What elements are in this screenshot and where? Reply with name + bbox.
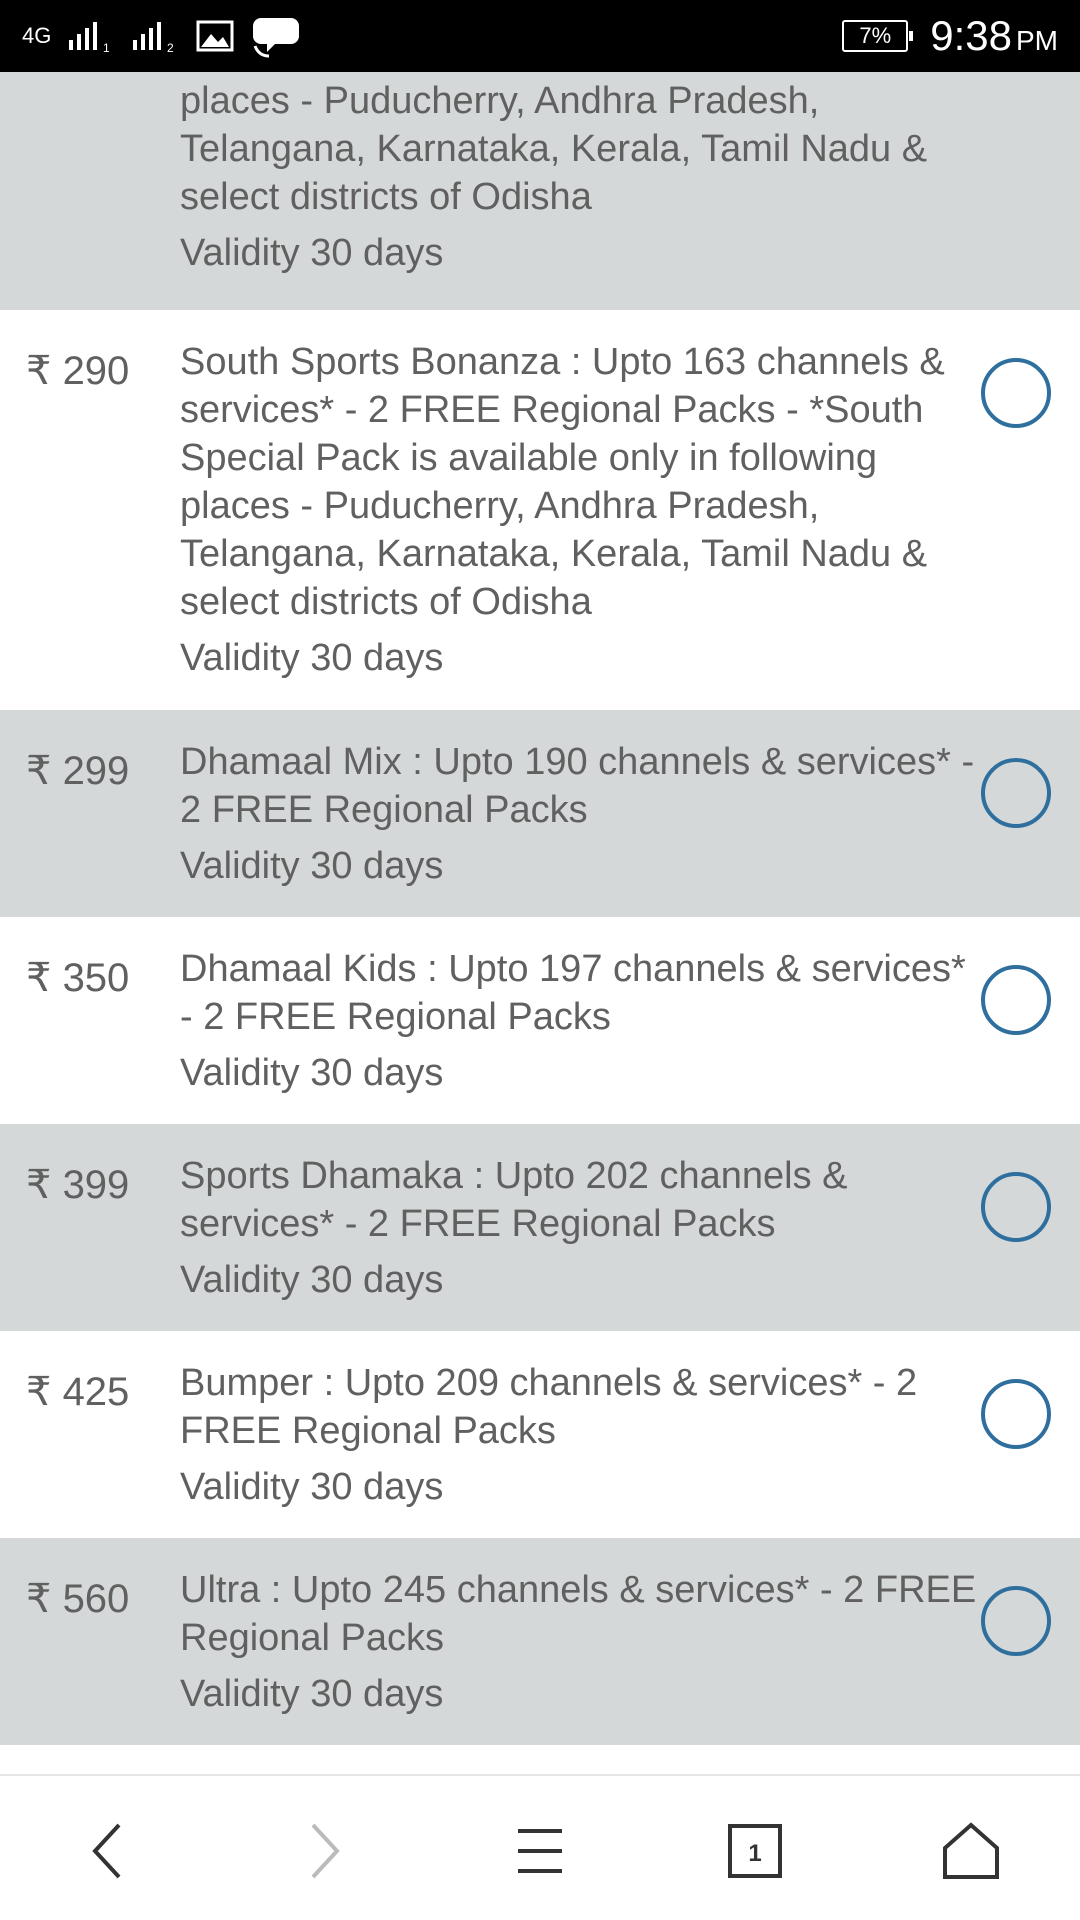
status-right-icons: 7% 9:38 PM	[842, 0, 1058, 72]
plan-description: Dhamaal Kids : Upto 197 channels & servi…	[180, 948, 966, 1038]
plan-price: ₹ 425	[26, 1370, 130, 1414]
plan-description: Bumper : Upto 209 channels & services* -…	[180, 1362, 918, 1452]
home-icon	[943, 1822, 999, 1879]
back-button[interactable]	[62, 1806, 152, 1896]
signal-sim1-icon: 1	[69, 22, 110, 54]
plan-description-block: Sports Dhamaka : Upto 202 channels & ser…	[180, 1152, 980, 1304]
clock: 9:38 PM	[930, 12, 1058, 60]
plan-row[interactable]: ₹ 425 Bumper : Upto 209 channels & servi…	[0, 1331, 1080, 1538]
svg-text:2: 2	[167, 41, 174, 54]
plan-validity: Validity 30 days	[180, 1052, 444, 1094]
plan-price: ₹ 290	[26, 349, 130, 393]
menu-button[interactable]	[495, 1806, 585, 1896]
tabs-button[interactable]: 1	[710, 1806, 800, 1896]
battery-icon: 7%	[842, 20, 914, 52]
plan-validity: Validity 30 days	[180, 845, 444, 887]
plan-list[interactable]: places - Puducherry, Andhra Pradesh, Tel…	[0, 72, 1080, 1774]
plan-validity: Validity 30 days	[180, 1673, 444, 1715]
plan-radio-button[interactable]	[981, 1379, 1051, 1449]
chat-icon	[253, 18, 300, 58]
home-button[interactable]	[926, 1806, 1016, 1896]
plan-row[interactable]: places - Puducherry, Andhra Pradesh, Tel…	[0, 72, 1080, 310]
plan-validity: Validity 30 days	[180, 1466, 444, 1508]
plan-radio-button[interactable]	[981, 758, 1051, 828]
plan-validity: Validity 30 days	[180, 637, 444, 679]
plan-row[interactable]: ₹ 299 Dhamaal Mix : Upto 190 channels & …	[0, 710, 1080, 917]
plan-description: Ultra : Upto 245 channels & services* - …	[180, 1569, 977, 1659]
forward-button[interactable]	[280, 1806, 370, 1896]
plan-validity: Validity 30 days	[180, 1259, 444, 1301]
forward-icon	[311, 1823, 340, 1879]
plan-description: Dhamaal Mix : Upto 190 channels & servic…	[180, 741, 975, 831]
plan-price: ₹ 350	[26, 956, 130, 1000]
plan-row[interactable]: ₹ 399 Sports Dhamaka : Upto 202 channels…	[0, 1124, 1080, 1331]
plan-radio-button[interactable]	[981, 1586, 1051, 1656]
plan-description: places - Puducherry, Andhra Pradesh, Tel…	[180, 80, 928, 218]
plan-radio-button[interactable]	[981, 1172, 1051, 1242]
clock-ampm: PM	[1016, 25, 1058, 56]
plan-price: ₹ 560	[26, 1577, 130, 1621]
plan-validity: Validity 30 days	[180, 232, 444, 274]
plan-row[interactable]: ₹ 560 Ultra : Upto 245 channels & servic…	[0, 1538, 1080, 1745]
battery-level: 7%	[859, 23, 892, 48]
plan-description-block: places - Puducherry, Andhra Pradesh, Tel…	[180, 77, 980, 277]
plan-row[interactable]: ₹ 350 Dhamaal Kids : Upto 197 channels &…	[0, 917, 1080, 1124]
plan-price: ₹ 399	[26, 1163, 130, 1207]
menu-icon	[518, 1829, 562, 1873]
svg-text:1: 1	[103, 41, 110, 54]
plan-description: South Sports Bonanza : Upto 163 channels…	[180, 341, 945, 623]
plan-description-block: Ultra : Upto 245 channels & services* - …	[180, 1566, 980, 1718]
plan-radio-button[interactable]	[981, 358, 1051, 428]
status-left-icons: 4G 1 2	[22, 10, 301, 62]
status-bar: 4G 1 2 7% 9:38 PM	[0, 0, 1080, 72]
plan-description: Sports Dhamaka : Upto 202 channels & ser…	[180, 1155, 848, 1245]
tabs-icon: 1	[728, 1824, 782, 1878]
plan-row[interactable]: ₹ 290 South Sports Bonanza : Upto 163 ch…	[0, 310, 1080, 710]
plan-description-block: Bumper : Upto 209 channels & services* -…	[180, 1359, 980, 1511]
gallery-icon	[196, 20, 234, 52]
browser-bottom-bar: 1	[0, 1774, 1080, 1920]
plan-description-block: Dhamaal Mix : Upto 190 channels & servic…	[180, 738, 980, 890]
plan-radio-button[interactable]	[981, 965, 1051, 1035]
clock-time: 9:38	[930, 12, 1012, 59]
signal-sim2-icon: 2	[133, 22, 174, 54]
plan-price: ₹ 299	[26, 749, 130, 793]
plan-description-block: Dhamaal Kids : Upto 197 channels & servi…	[180, 945, 980, 1097]
back-icon	[92, 1823, 121, 1879]
plan-description-block: South Sports Bonanza : Upto 163 channels…	[180, 338, 980, 682]
svg-text:1: 1	[748, 1840, 761, 1867]
network-type: 4G	[22, 23, 52, 48]
